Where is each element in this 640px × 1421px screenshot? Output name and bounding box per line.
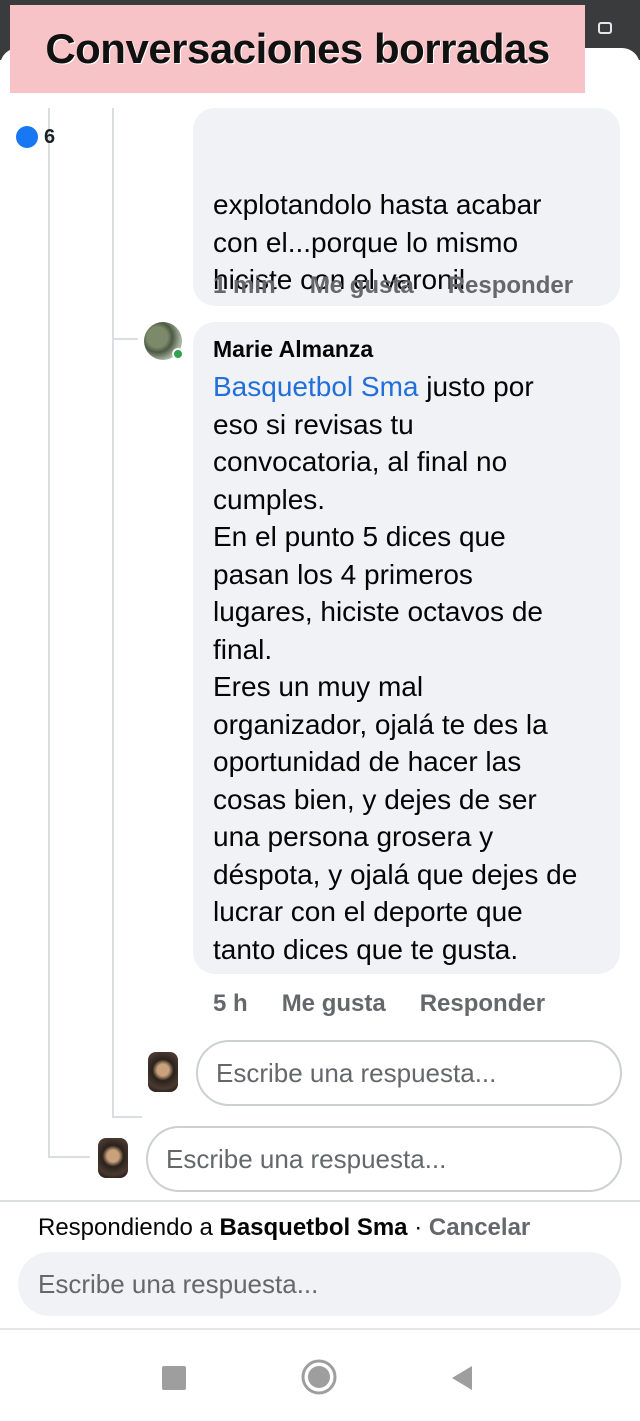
replying-name: Basquetbol Sma bbox=[219, 1214, 408, 1241]
like-reaction-icon bbox=[16, 126, 38, 148]
replying-prefix: Respondiendo a bbox=[38, 1214, 220, 1241]
comment-author[interactable]: Marie Almanza bbox=[213, 334, 604, 364]
reply-placeholder: Escribe una respuesta... bbox=[166, 1143, 447, 1174]
thread-branch-outer-input bbox=[48, 1156, 90, 1158]
square-icon[interactable] bbox=[162, 1366, 186, 1390]
like-link[interactable]: Me gusta bbox=[282, 990, 386, 1018]
reactions-summary[interactable]: 6 bbox=[16, 126, 55, 152]
nested-reply-input[interactable]: Escribe una respuesta... bbox=[196, 1040, 622, 1106]
online-status-dot bbox=[172, 348, 184, 360]
avatar bbox=[148, 1052, 178, 1092]
avatar bbox=[98, 1138, 128, 1178]
battery-icon bbox=[598, 22, 612, 34]
thread-branch-marie bbox=[112, 338, 138, 340]
replying-separator: · bbox=[407, 1214, 429, 1241]
thread-reply-input[interactable]: Escribe una respuesta... bbox=[146, 1126, 622, 1192]
mention-link[interactable]: Basquetbol Sma bbox=[213, 371, 418, 402]
thread-branch-nested-input bbox=[112, 1116, 142, 1118]
composer-input[interactable]: Escribe una respuesta... bbox=[18, 1252, 621, 1316]
composer-placeholder: Escribe una respuesta... bbox=[38, 1268, 319, 1299]
reply-link[interactable]: Responder bbox=[448, 272, 573, 300]
comment-time: 5 h bbox=[213, 990, 248, 1017]
comment-bubble: Marie Almanza Basquetbol Sma justo por e… bbox=[193, 322, 620, 974]
replying-to-bar: Respondiendo a Basquetbol Sma · Cancelar bbox=[38, 1214, 530, 1242]
thread-line-inner bbox=[112, 108, 114, 1118]
page-title-banner: Conversaciones borradas bbox=[10, 5, 585, 93]
cancel-reply-button[interactable]: Cancelar bbox=[429, 1214, 530, 1241]
triangle-back-icon[interactable] bbox=[450, 1365, 474, 1391]
reply-link[interactable]: Responder bbox=[420, 990, 545, 1018]
comment-actions: 1 min Me gusta Responder bbox=[213, 272, 573, 300]
comment-body: justo por eso si revisas tu convocatoria… bbox=[213, 371, 578, 965]
comment-text: Basquetbol Sma justo por eso si revisas … bbox=[213, 368, 604, 968]
divider bbox=[0, 1200, 640, 1202]
reply-placeholder: Escribe una respuesta... bbox=[216, 1057, 497, 1088]
thread-line-outer bbox=[48, 108, 50, 1158]
circle-home-icon[interactable] bbox=[300, 1358, 338, 1396]
android-navigation-bar bbox=[0, 1330, 640, 1421]
comment-time: 1 min bbox=[213, 272, 276, 299]
like-link[interactable]: Me gusta bbox=[310, 272, 414, 300]
comment-actions: 5 h Me gusta Responder bbox=[213, 990, 545, 1018]
reactions-count: 6 bbox=[44, 125, 56, 148]
